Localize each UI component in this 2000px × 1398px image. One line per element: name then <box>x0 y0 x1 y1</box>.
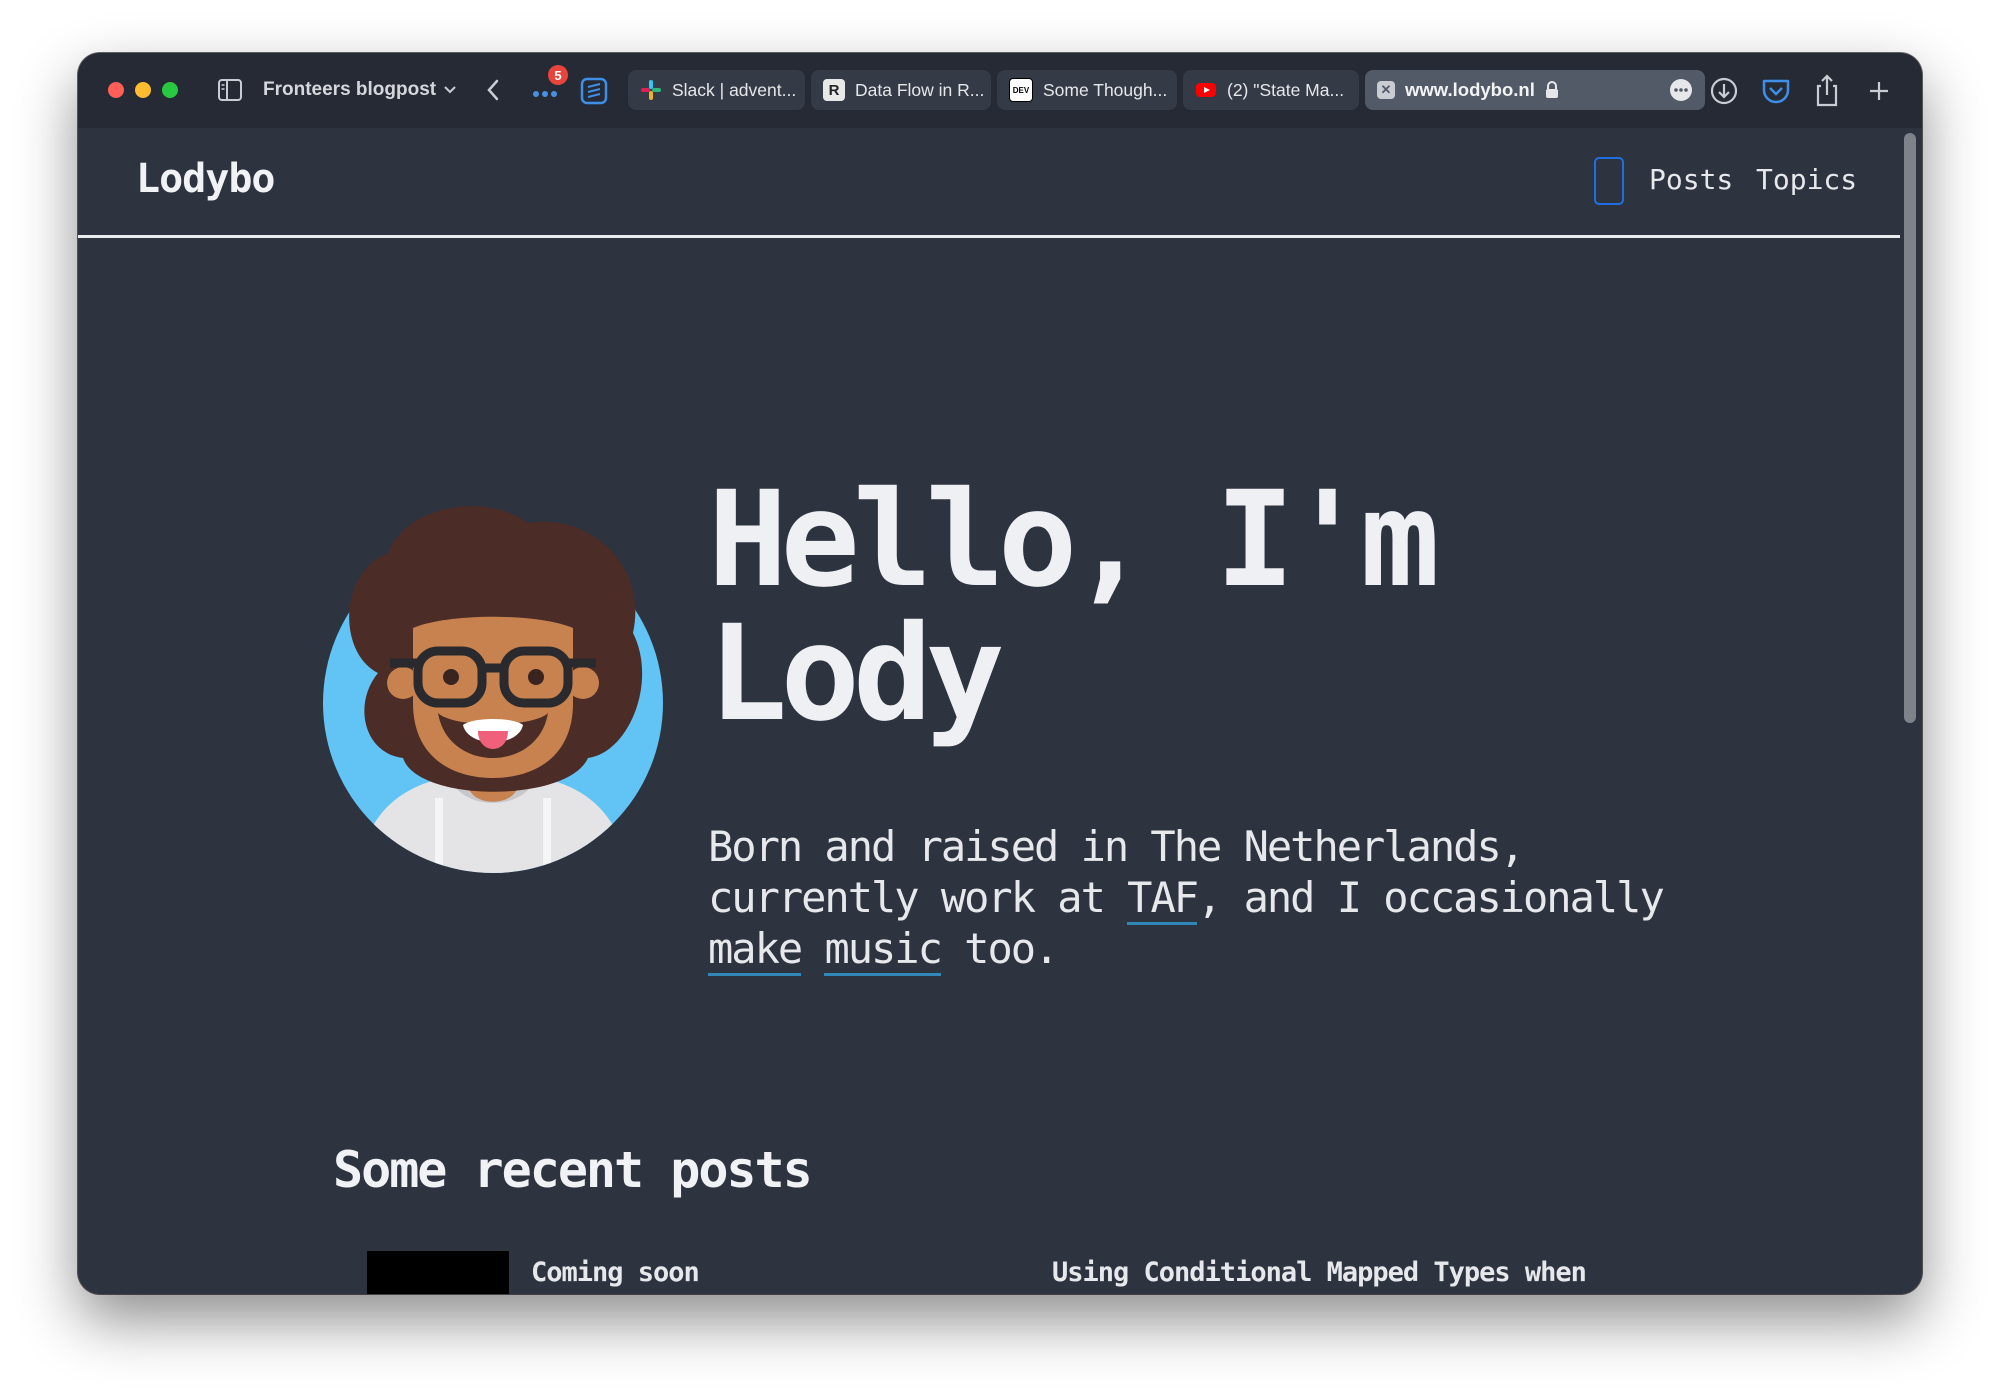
close-tab-icon[interactable]: ✕ <box>1377 81 1395 99</box>
hero-title: Hello, I'm Lody <box>708 463 1440 751</box>
post-title-link[interactable]: Using Conditional Mapped Types when <box>1052 1257 1587 1288</box>
make-link[interactable]: make <box>708 924 803 976</box>
extension-notes-icon[interactable] <box>580 77 608 105</box>
tab-data-flow[interactable]: R Data Flow in R... <box>811 70 991 110</box>
avatar-illustration <box>323 506 663 873</box>
share-icon[interactable] <box>1812 73 1842 109</box>
nav-topics-link[interactable]: Topics <box>1756 163 1857 196</box>
post-title-link[interactable]: Coming soon <box>531 1257 700 1288</box>
nav-posts-link[interactable]: Posts <box>1649 163 1733 196</box>
sidebar-toggle-icon[interactable] <box>218 79 242 101</box>
scrollbar-thumb[interactable] <box>1904 133 1916 723</box>
youtube-icon <box>1196 83 1216 97</box>
back-icon[interactable] <box>483 75 503 105</box>
hero-text-3 <box>801 924 824 973</box>
minimize-window-button[interactable] <box>135 82 151 98</box>
lock-icon <box>1545 81 1558 98</box>
tab-group-selector[interactable]: Fronteers blogpost <box>263 75 456 105</box>
moon-icon <box>1602 170 1613 192</box>
r-icon: R <box>823 79 845 101</box>
download-icon[interactable] <box>1708 73 1740 109</box>
tab-dev[interactable]: DEV Some Though... <box>997 70 1177 110</box>
chevron-down-icon <box>444 86 456 94</box>
recent-posts-heading: Some recent posts <box>333 1141 813 1199</box>
theme-toggle-button[interactable] <box>1594 157 1624 205</box>
page-menu-icon[interactable] <box>1669 78 1693 102</box>
slack-icon <box>641 80 661 100</box>
tab-label: Slack | advent... <box>672 79 797 100</box>
tab-active-address[interactable]: ✕ www.lodybo.nl <box>1365 70 1705 110</box>
site-header: Lodybo Posts Topics <box>78 128 1900 238</box>
zoom-window-button[interactable] <box>162 82 178 98</box>
tab-youtube[interactable]: (2) "State Ma... <box>1183 70 1359 110</box>
hero-title-line1: Hello, I'm <box>708 463 1440 617</box>
hero-text-4: too. <box>940 924 1059 973</box>
tab-slack[interactable]: Slack | advent... <box>628 70 805 110</box>
taf-link[interactable]: TAF <box>1127 873 1199 925</box>
tab-label: Some Though... <box>1043 79 1168 100</box>
tab-group-label: Fronteers blogpost <box>263 79 437 100</box>
pocket-icon[interactable] <box>1760 73 1792 109</box>
music-link[interactable]: music <box>824 924 943 976</box>
site-logo[interactable]: Lodybo <box>136 156 275 202</box>
close-window-button[interactable] <box>108 82 124 98</box>
browser-toolbar: Fronteers blogpost 5 Slack | advent... R… <box>78 53 1922 128</box>
dev-icon: DEV <box>1009 78 1033 102</box>
address-bar-url[interactable]: www.lodybo.nl <box>1405 79 1535 101</box>
extension-badge: 5 <box>548 65 568 85</box>
hero-subtitle: Born and raised in The Netherlands, curr… <box>708 821 1698 976</box>
new-tab-icon[interactable] <box>1864 73 1894 109</box>
hero-text-2: , and I occasionally <box>1197 873 1665 922</box>
tab-label: Data Flow in R... <box>855 79 985 100</box>
tab-label: (2) "State Ma... <box>1227 79 1345 100</box>
hero-title-line2: Lody <box>708 597 1005 751</box>
browser-window: Fronteers blogpost 5 Slack | advent... R… <box>78 53 1922 1294</box>
post-thumbnail[interactable] <box>367 1251 509 1294</box>
window-controls <box>108 82 178 98</box>
tab-strip: Slack | advent... R Data Flow in R... DE… <box>628 70 1705 110</box>
